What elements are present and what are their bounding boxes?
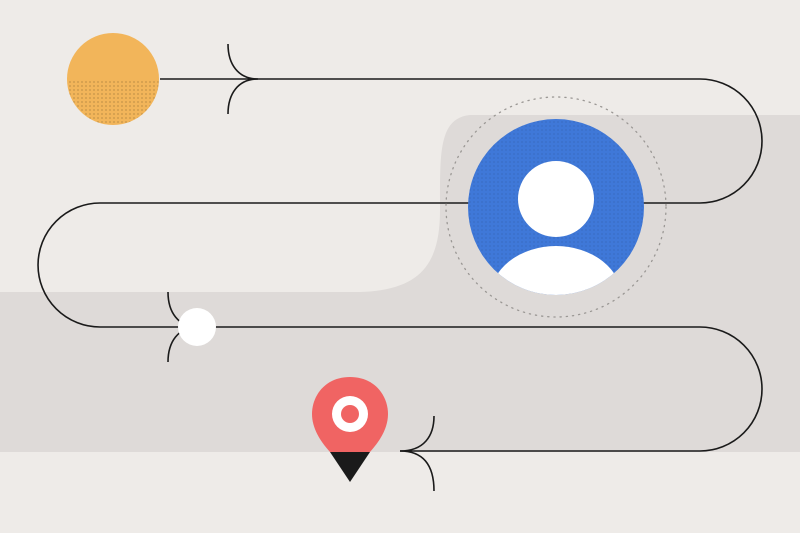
waypoint-dot-icon: [178, 308, 216, 346]
background-band-lower: [0, 452, 800, 533]
sun-circle-icon: [67, 33, 159, 125]
journey-illustration-svg: [0, 33, 800, 533]
journey-illustration: [0, 0, 800, 533]
